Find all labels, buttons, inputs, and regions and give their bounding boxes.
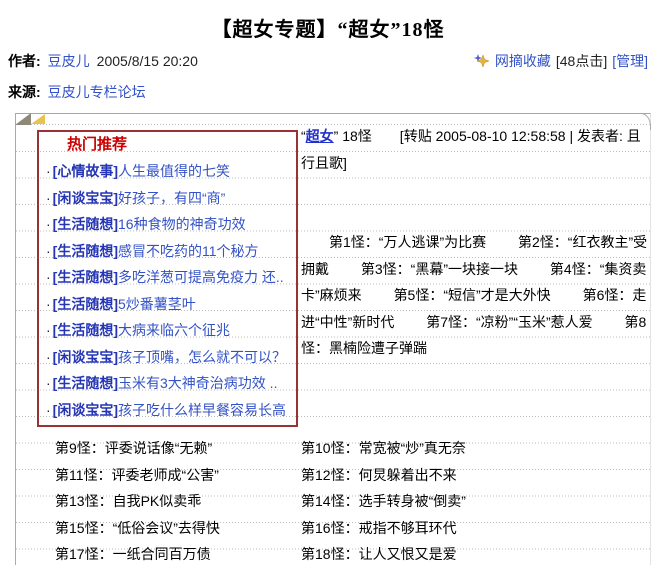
guai-entry: 第3怪：“黑幕”一块接一块 <box>361 261 518 277</box>
guai-entry-left: 第11怪：评委老师成“公害” <box>55 462 301 489</box>
manage-link[interactable]: [管理] <box>612 51 648 71</box>
guai-entries-9-18: 第9怪：评委说话像“无赖” 第10怪：常宽被“炒”真无奈 第11怪：评委老师成“… <box>55 435 642 568</box>
hot-recommend-item[interactable]: ·[心情故事]人生最值得的七笑 <box>39 158 296 185</box>
bullet-dot-icon: · <box>46 163 51 179</box>
hot-recommend-item[interactable]: ·[生活随想]大病来临六个征兆 <box>39 317 296 344</box>
item-category: [生活随想] <box>53 322 118 338</box>
headline-rest: 18怪 <box>338 128 371 144</box>
article-headline: “超女” 18怪 [转贴 2005-08-10 12:58:58 | 发表者: … <box>301 123 653 176</box>
hot-recommend-panel: 热门推荐 ·[心情故事]人生最值得的七笑 ·[闲谈宝宝]好孩子，有四“商” ·[… <box>37 130 298 427</box>
guai-entry-left: 第15怪：“低俗会议”去得快 <box>55 515 301 542</box>
item-title: 16种食物的神奇功效 <box>118 216 246 232</box>
guai-entry-left: 第13怪：自我PK似卖乖 <box>55 488 301 515</box>
guai-entry: 第7怪：“凉粉”“玉米”惹人爱 <box>426 314 592 330</box>
item-category: [生活随想] <box>53 296 118 312</box>
guai-entry-right: 第12怪：何炅躲着出不来 <box>301 462 642 489</box>
item-category: [生活随想] <box>53 269 118 285</box>
item-title: 大病来临六个征兆 <box>118 322 230 338</box>
page-title: 【超女专题】“超女”18怪 <box>0 0 656 45</box>
post-time: 2005/8/15 20:20 <box>97 53 198 69</box>
bullet-dot-icon: · <box>46 402 51 418</box>
item-title: 人生最值得的七笑 <box>118 163 230 179</box>
bullet-dot-icon: · <box>46 375 51 391</box>
bullet-dot-icon: · <box>46 243 51 259</box>
hot-recommend-item[interactable]: ·[生活随想]5炒番薯茎叶 <box>39 291 296 318</box>
guai-entry-right: 第16怪：戒指不够耳环代 <box>301 515 642 542</box>
guai-entry-right: 第18怪：让人又恨又是爱 <box>301 541 642 568</box>
item-title: 5炒番薯茎叶 <box>118 296 196 312</box>
item-title: 好孩子，有四“商” <box>118 190 225 206</box>
item-category: [生活随想] <box>53 375 118 391</box>
guai-entry-right: 第10怪：常宽被“炒”真无奈 <box>301 435 642 462</box>
guai-row: 第17怪：一纸合同百万债 第18怪：让人又恨又是爱 <box>55 541 642 568</box>
item-category: [闲谈宝宝] <box>53 349 118 365</box>
item-category: [闲谈宝宝] <box>53 402 118 418</box>
hot-recommend-item[interactable]: ·[生活随想]感冒不吃药的11个秘方 <box>39 238 296 265</box>
item-title: 玉米有3大神奇治病功效 .. <box>118 375 277 391</box>
bookmark-link[interactable]: 网摘收藏 <box>495 51 551 71</box>
bullet-dot-icon: · <box>46 269 51 285</box>
source-row: 来源: 豆皮儿专栏论坛 <box>0 71 656 102</box>
bullet-dot-icon: · <box>46 216 51 232</box>
hot-recommend-item[interactable]: ·[闲谈宝宝]好孩子，有四“商” <box>39 185 296 212</box>
guai-entry-left: 第17怪：一纸合同百万债 <box>55 541 301 568</box>
bullet-dot-icon: · <box>46 190 51 206</box>
blank-lines <box>301 176 653 229</box>
hot-recommend-item[interactable]: ·[生活随想]16种食物的神奇功效 <box>39 211 296 238</box>
author-link[interactable]: 豆皮儿 <box>48 51 90 71</box>
guai-row: 第11怪：评委老师成“公害” 第12怪：何炅躲着出不来 <box>55 462 642 489</box>
hot-recommend-item[interactable]: ·[生活随想]多吃洋葱可提高免疫力 还.. <box>39 264 296 291</box>
hot-recommend-item[interactable]: ·[闲谈宝宝]孩子吃什么样早餐容易长高 <box>39 397 296 424</box>
guai-entries-1-8: 第1怪：“万人逃课”为比赛 第2怪：“红衣教主”受拥戴 第3怪：“黑幕”一块接一… <box>301 229 653 362</box>
header-actions: 网摘收藏 [48点击] [管理] <box>474 51 648 71</box>
item-title: 孩子吃什么样早餐容易长高 <box>118 402 286 418</box>
click-count: [48点击] <box>556 51 607 71</box>
hot-recommend-item[interactable]: ·[生活随想]玉米有3大神奇治病功效 .. <box>39 370 296 397</box>
bookmark-star-icon <box>474 53 490 69</box>
guai-row: 第15怪：“低俗会议”去得快 第16怪：戒指不够耳环代 <box>55 515 642 542</box>
article-column: “超女” 18怪 [转贴 2005-08-10 12:58:58 | 发表者: … <box>301 123 653 362</box>
item-title: 感冒不吃药的11个秘方 <box>118 243 259 259</box>
item-title: 多吃洋葱可提高免疫力 还.. <box>118 269 284 285</box>
guai-entry-right: 第14怪：选手转身被“倒卖” <box>301 488 642 515</box>
author-info: 作者: 豆皮儿 2005/8/15 20:20 <box>8 51 198 71</box>
bullet-dot-icon: · <box>46 322 51 338</box>
hot-recommend-item[interactable]: ·[闲谈宝宝]孩子顶嘴，怎么就不可以？ <box>39 344 296 371</box>
guai-row: 第9怪：评委说话像“无赖” 第10怪：常宽被“炒”真无奈 <box>55 435 642 462</box>
content-paper-box: 热门推荐 ·[心情故事]人生最值得的七笑 ·[闲谈宝宝]好孩子，有四“商” ·[… <box>15 113 651 565</box>
guai-row: 第13怪：自我PK似卖乖 第14怪：选手转身被“倒卖” <box>55 488 642 515</box>
guai-entry-left: 第9怪：评委说话像“无赖” <box>55 435 301 462</box>
guai-entry: 第5怪：“短信”才是大外快 <box>394 287 551 303</box>
source-link[interactable]: 豆皮儿专栏论坛 <box>48 82 146 102</box>
fold-corner-icon <box>15 113 31 125</box>
hot-recommend-title: 热门推荐 <box>39 132 296 158</box>
item-category: [心情故事] <box>53 163 118 179</box>
byline-row: 作者: 豆皮儿 2005/8/15 20:20 网摘收藏 [48点击] [管理] <box>0 45 656 71</box>
item-title: 孩子顶嘴，怎么就不可以？ <box>118 349 286 365</box>
guai-entry: 第1怪：“万人逃课”为比赛 <box>329 234 486 250</box>
author-label: 作者: <box>8 51 41 71</box>
bullet-dot-icon: · <box>46 349 51 365</box>
hot-recommend-list: ·[心情故事]人生最值得的七笑 ·[闲谈宝宝]好孩子，有四“商” ·[生活随想]… <box>39 158 296 423</box>
item-category: [生活随想] <box>53 243 118 259</box>
item-category: [生活随想] <box>53 216 118 232</box>
bullet-dot-icon: · <box>46 296 51 312</box>
chaonv-link[interactable]: 超女 <box>306 128 334 144</box>
source-label: 来源: <box>8 82 41 102</box>
item-category: [闲谈宝宝] <box>53 190 118 206</box>
